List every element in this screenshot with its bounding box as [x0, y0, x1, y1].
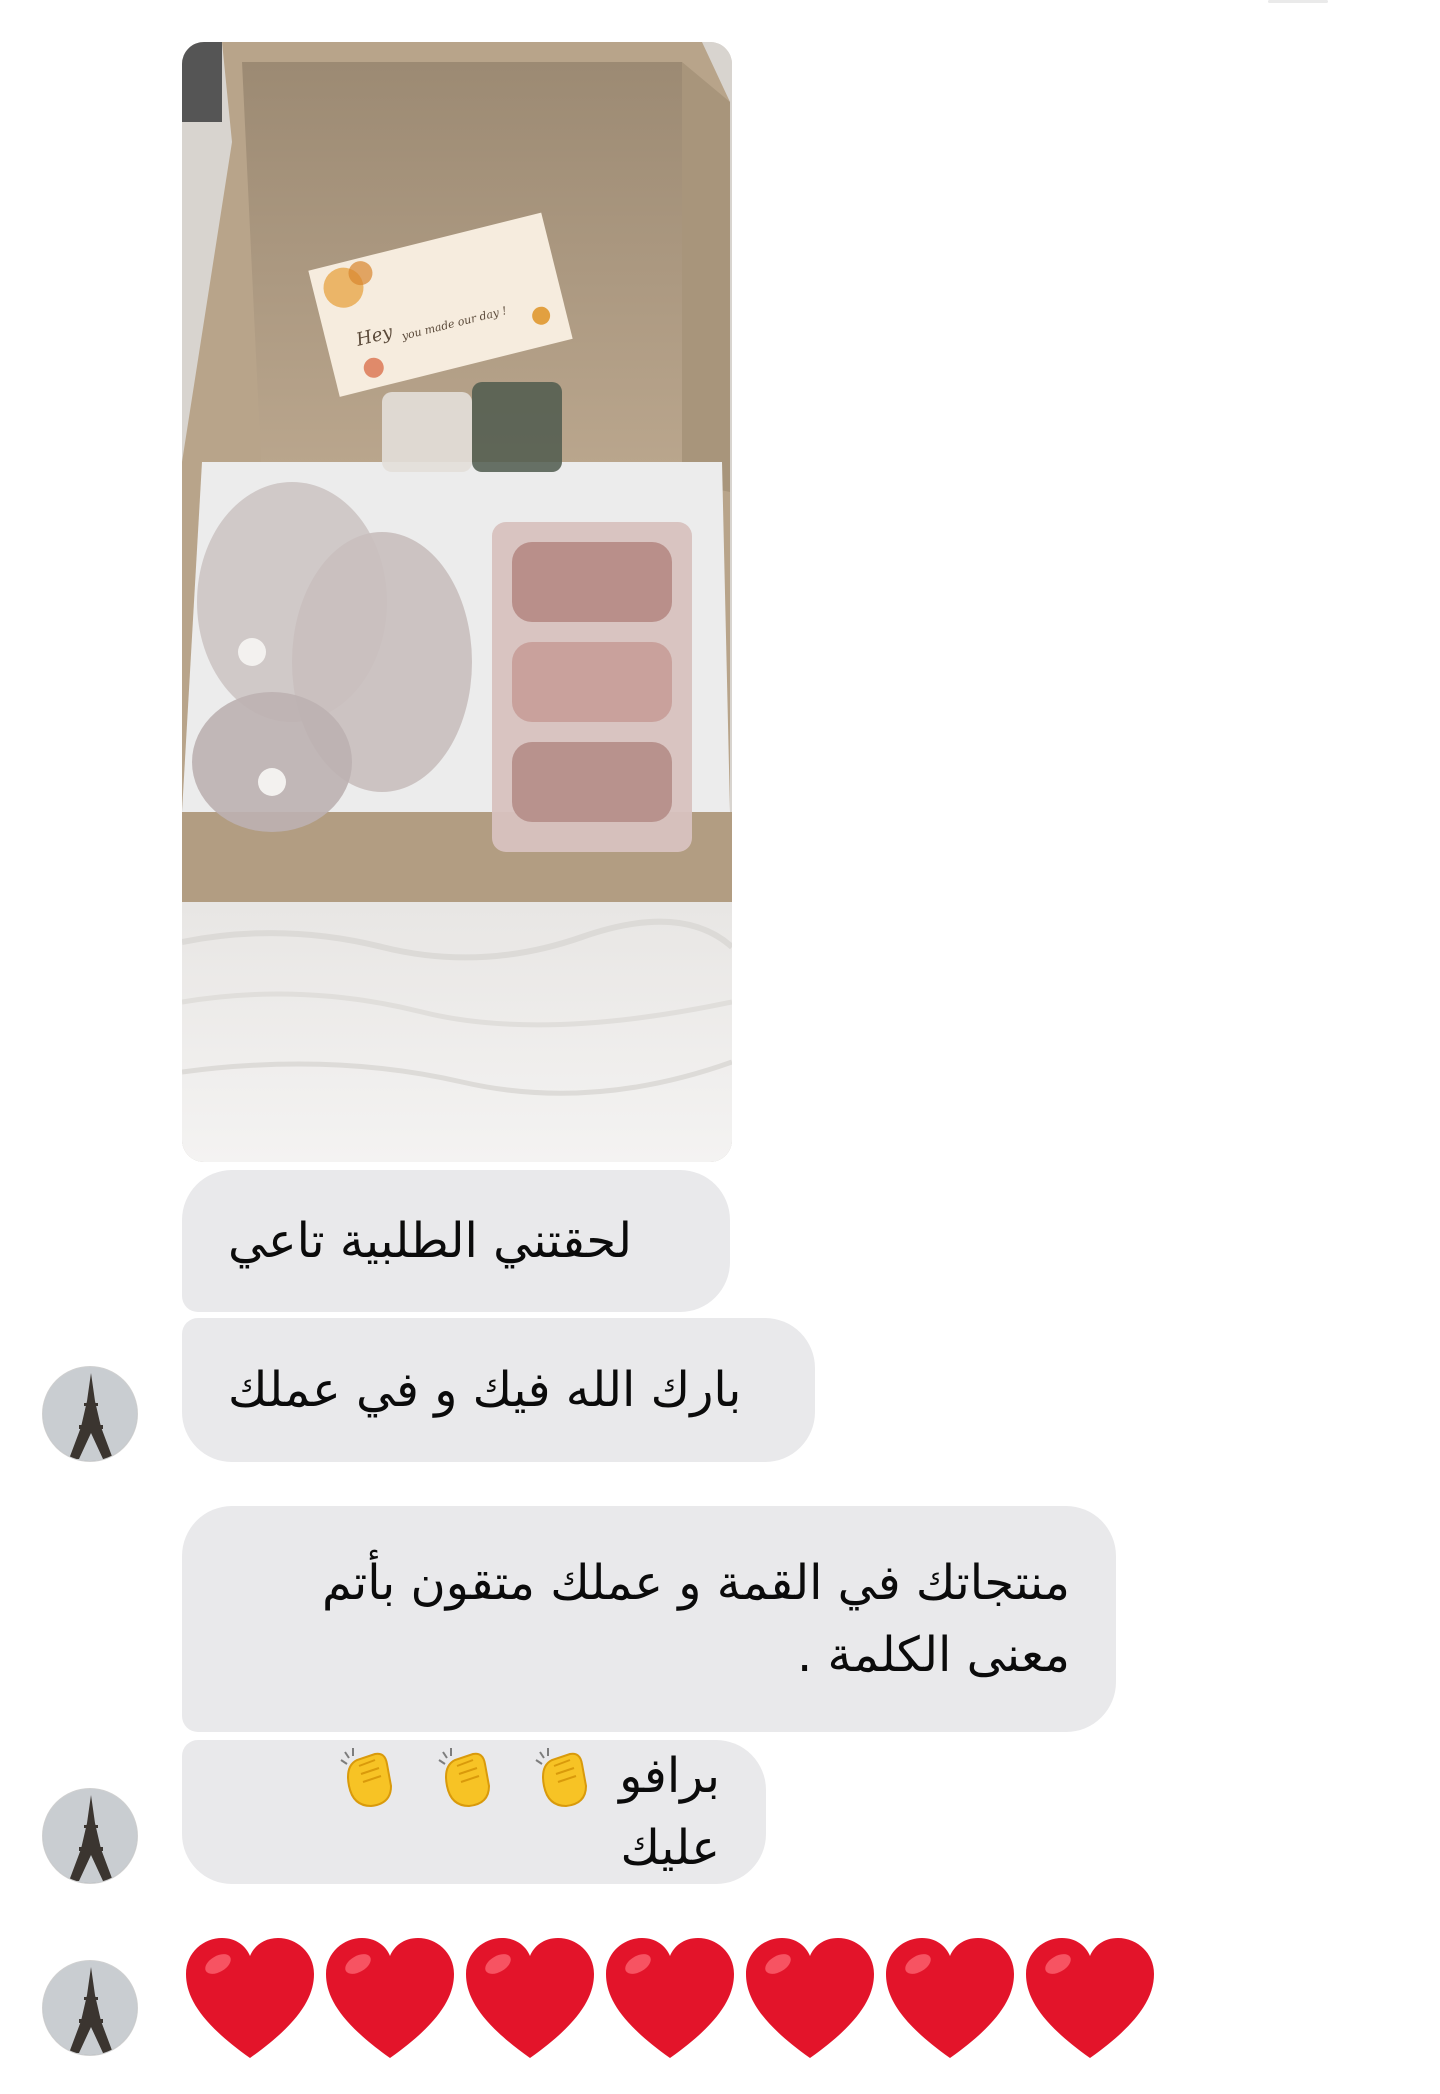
emoji-message[interactable] — [182, 1934, 1158, 2074]
message-text-end: عليك — [620, 1820, 720, 1876]
gift-box-photo: Hey you made our day ! — [182, 42, 732, 1162]
red-heart-icon — [186, 1938, 314, 2058]
red-heart-icon — [606, 1938, 734, 2058]
clapping-hands-icon — [437, 1748, 490, 1808]
eiffel-tower-icon — [43, 1367, 137, 1461]
clapping-hands-icon — [535, 1748, 587, 1808]
message-bubble[interactable]: منتجاتك في القمة و عملك متقون بأتم معنى … — [182, 1506, 1116, 1732]
eiffel-tower-avatar[interactable] — [42, 1366, 138, 1462]
eiffel-tower-avatar[interactable] — [42, 1960, 138, 2056]
message-text: بارك الله فيك و في عملك — [228, 1362, 742, 1418]
eiffel-tower-avatar[interactable] — [42, 1788, 138, 1884]
image-message[interactable]: Hey you made our day ! — [182, 42, 732, 1162]
red-heart-icon — [326, 1938, 454, 2058]
message-text-line-2: معنى الكلمة . — [797, 1627, 1070, 1683]
status-bar-indicator — [1268, 0, 1328, 3]
eiffel-tower-icon — [43, 1961, 137, 2055]
message-text-start: برافو — [619, 1748, 720, 1804]
red-heart-icon — [466, 1938, 594, 2058]
clapping-hands-icon — [340, 1748, 393, 1808]
red-heart-icon — [886, 1938, 1014, 2058]
message-bubble[interactable]: برافو عليك — [182, 1740, 766, 1884]
message-text: لحقتني الطلبية تاعي — [228, 1213, 632, 1269]
red-heart-icon — [1026, 1938, 1154, 2058]
message-text: برافو عليك — [228, 1740, 720, 1884]
eiffel-tower-icon — [43, 1789, 137, 1883]
message-bubble[interactable]: بارك الله فيك و في عملك — [182, 1318, 815, 1462]
message-bubble[interactable]: لحقتني الطلبية تاعي — [182, 1170, 730, 1312]
message-text-line-1: منتجاتك في القمة و عملك متقون بأتم — [321, 1555, 1070, 1611]
red-heart-icon — [746, 1938, 874, 2058]
